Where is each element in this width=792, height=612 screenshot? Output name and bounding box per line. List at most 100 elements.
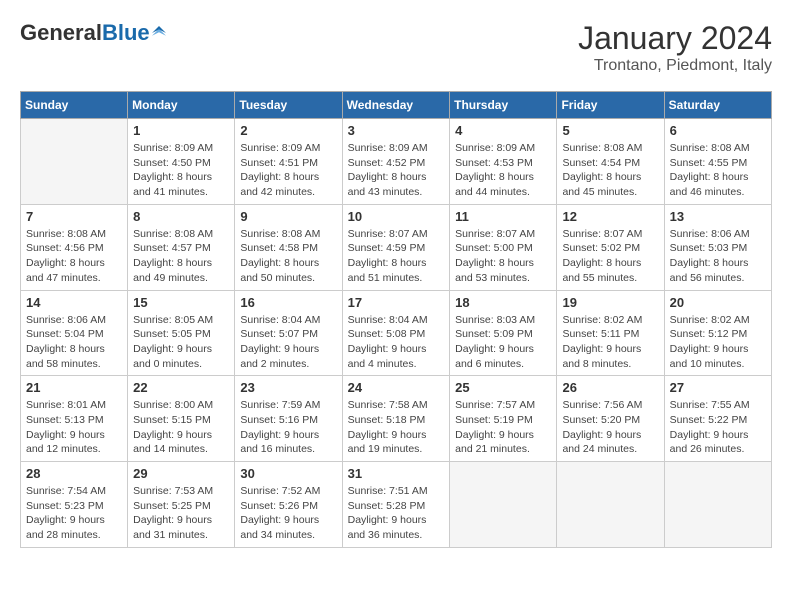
- day-cell: 8 Sunrise: 8:08 AM Sunset: 4:57 PM Daylig…: [128, 204, 235, 290]
- day-info: Sunrise: 8:08 AM Sunset: 4:58 PM Dayligh…: [240, 227, 336, 286]
- day-cell: [21, 119, 128, 205]
- day-number: 6: [670, 123, 766, 138]
- day-info: Sunrise: 7:59 AM Sunset: 5:16 PM Dayligh…: [240, 398, 336, 457]
- day-cell: 14 Sunrise: 8:06 AM Sunset: 5:04 PM Dayli…: [21, 290, 128, 376]
- day-info: Sunrise: 8:09 AM Sunset: 4:50 PM Dayligh…: [133, 141, 229, 200]
- logo-icon: [152, 26, 166, 40]
- day-number: 7: [26, 209, 122, 224]
- header-cell-wednesday: Wednesday: [342, 92, 450, 119]
- day-cell: 25 Sunrise: 7:57 AM Sunset: 5:19 PM Dayli…: [450, 376, 557, 462]
- day-info: Sunrise: 8:08 AM Sunset: 4:56 PM Dayligh…: [26, 227, 122, 286]
- day-number: 24: [348, 380, 445, 395]
- day-number: 25: [455, 380, 551, 395]
- header-cell-monday: Monday: [128, 92, 235, 119]
- day-cell: 27 Sunrise: 7:55 AM Sunset: 5:22 PM Dayli…: [664, 376, 771, 462]
- day-cell: 13 Sunrise: 8:06 AM Sunset: 5:03 PM Dayli…: [664, 204, 771, 290]
- location-subtitle: Trontano, Piedmont, Italy: [578, 57, 772, 75]
- week-row-3: 21 Sunrise: 8:01 AM Sunset: 5:13 PM Dayli…: [21, 376, 772, 462]
- week-row-4: 28Sunrise: 7:54 AM Sunset: 5:23 PM Dayli…: [21, 462, 772, 548]
- day-number: 10: [348, 209, 445, 224]
- day-info: Sunrise: 7:56 AM Sunset: 5:20 PM Dayligh…: [562, 398, 658, 457]
- day-number: 21: [26, 380, 122, 395]
- calendar-body: 1 Sunrise: 8:09 AM Sunset: 4:50 PM Daylig…: [21, 119, 772, 548]
- day-number: 23: [240, 380, 336, 395]
- day-cell: 26Sunrise: 7:56 AM Sunset: 5:20 PM Dayli…: [557, 376, 664, 462]
- day-info: Sunrise: 7:58 AM Sunset: 5:18 PM Dayligh…: [348, 398, 445, 457]
- day-info: Sunrise: 8:07 AM Sunset: 5:00 PM Dayligh…: [455, 227, 551, 286]
- day-info: Sunrise: 8:06 AM Sunset: 5:04 PM Dayligh…: [26, 313, 122, 372]
- day-number: 14: [26, 295, 122, 310]
- day-info: Sunrise: 8:04 AM Sunset: 5:08 PM Dayligh…: [348, 313, 445, 372]
- day-cell: 5 Sunrise: 8:08 AM Sunset: 4:54 PM Daylig…: [557, 119, 664, 205]
- title-area: January 2024 Trontano, Piedmont, Italy: [578, 20, 772, 75]
- day-cell: 29 Sunrise: 7:53 AM Sunset: 5:25 PM Dayli…: [128, 462, 235, 548]
- day-cell: 21 Sunrise: 8:01 AM Sunset: 5:13 PM Dayli…: [21, 376, 128, 462]
- header-cell-sunday: Sunday: [21, 92, 128, 119]
- logo-blue-text: Blue: [102, 20, 150, 46]
- calendar-table: SundayMondayTuesdayWednesdayThursdayFrid…: [20, 91, 772, 548]
- day-number: 27: [670, 380, 766, 395]
- day-number: 8: [133, 209, 229, 224]
- day-info: Sunrise: 7:51 AM Sunset: 5:28 PM Dayligh…: [348, 484, 445, 543]
- day-cell: 7 Sunrise: 8:08 AM Sunset: 4:56 PM Daylig…: [21, 204, 128, 290]
- day-cell: 30 Sunrise: 7:52 AM Sunset: 5:26 PM Dayli…: [235, 462, 342, 548]
- calendar-header: SundayMondayTuesdayWednesdayThursdayFrid…: [21, 92, 772, 119]
- day-number: 17: [348, 295, 445, 310]
- day-cell: 28Sunrise: 7:54 AM Sunset: 5:23 PM Dayli…: [21, 462, 128, 548]
- day-number: 29: [133, 466, 229, 481]
- day-info: Sunrise: 8:08 AM Sunset: 4:57 PM Dayligh…: [133, 227, 229, 286]
- day-cell: 11 Sunrise: 8:07 AM Sunset: 5:00 PM Dayli…: [450, 204, 557, 290]
- day-cell: 1 Sunrise: 8:09 AM Sunset: 4:50 PM Daylig…: [128, 119, 235, 205]
- day-info: Sunrise: 7:55 AM Sunset: 5:22 PM Dayligh…: [670, 398, 766, 457]
- header-cell-thursday: Thursday: [450, 92, 557, 119]
- day-number: 19: [562, 295, 658, 310]
- day-cell: 10Sunrise: 8:07 AM Sunset: 4:59 PM Dayli…: [342, 204, 450, 290]
- day-number: 20: [670, 295, 766, 310]
- day-number: 11: [455, 209, 551, 224]
- day-info: Sunrise: 8:07 AM Sunset: 5:02 PM Dayligh…: [562, 227, 658, 286]
- day-number: 31: [348, 466, 445, 481]
- header-cell-friday: Friday: [557, 92, 664, 119]
- day-info: Sunrise: 8:01 AM Sunset: 5:13 PM Dayligh…: [26, 398, 122, 457]
- header-cell-tuesday: Tuesday: [235, 92, 342, 119]
- day-info: Sunrise: 7:52 AM Sunset: 5:26 PM Dayligh…: [240, 484, 336, 543]
- day-number: 30: [240, 466, 336, 481]
- day-info: Sunrise: 8:06 AM Sunset: 5:03 PM Dayligh…: [670, 227, 766, 286]
- day-cell: 15Sunrise: 8:05 AM Sunset: 5:05 PM Dayli…: [128, 290, 235, 376]
- day-cell: [557, 462, 664, 548]
- day-number: 2: [240, 123, 336, 138]
- day-number: 13: [670, 209, 766, 224]
- header-row: SundayMondayTuesdayWednesdayThursdayFrid…: [21, 92, 772, 119]
- day-info: Sunrise: 8:00 AM Sunset: 5:15 PM Dayligh…: [133, 398, 229, 457]
- day-cell: 16 Sunrise: 8:04 AM Sunset: 5:07 PM Dayli…: [235, 290, 342, 376]
- day-cell: 22 Sunrise: 8:00 AM Sunset: 5:15 PM Dayli…: [128, 376, 235, 462]
- day-number: 5: [562, 123, 658, 138]
- day-cell: 23 Sunrise: 7:59 AM Sunset: 5:16 PM Dayli…: [235, 376, 342, 462]
- day-info: Sunrise: 7:57 AM Sunset: 5:19 PM Dayligh…: [455, 398, 551, 457]
- day-cell: 17 Sunrise: 8:04 AM Sunset: 5:08 PM Dayli…: [342, 290, 450, 376]
- day-info: Sunrise: 8:09 AM Sunset: 4:52 PM Dayligh…: [348, 141, 445, 200]
- logo: GeneralBlue: [20, 20, 166, 46]
- month-title: January 2024: [578, 20, 772, 57]
- day-info: Sunrise: 8:09 AM Sunset: 4:53 PM Dayligh…: [455, 141, 551, 200]
- day-number: 18: [455, 295, 551, 310]
- day-number: 4: [455, 123, 551, 138]
- day-number: 22: [133, 380, 229, 395]
- day-info: Sunrise: 7:53 AM Sunset: 5:25 PM Dayligh…: [133, 484, 229, 543]
- day-cell: 18Sunrise: 8:03 AM Sunset: 5:09 PM Dayli…: [450, 290, 557, 376]
- day-cell: 3Sunrise: 8:09 AM Sunset: 4:52 PM Daylig…: [342, 119, 450, 205]
- day-number: 15: [133, 295, 229, 310]
- day-number: 16: [240, 295, 336, 310]
- day-cell: 20 Sunrise: 8:02 AM Sunset: 5:12 PM Dayli…: [664, 290, 771, 376]
- day-number: 9: [240, 209, 336, 224]
- day-cell: 2Sunrise: 8:09 AM Sunset: 4:51 PM Daylig…: [235, 119, 342, 205]
- day-info: Sunrise: 8:08 AM Sunset: 4:54 PM Dayligh…: [562, 141, 658, 200]
- day-number: 1: [133, 123, 229, 138]
- day-cell: 31 Sunrise: 7:51 AM Sunset: 5:28 PM Dayli…: [342, 462, 450, 548]
- day-info: Sunrise: 8:04 AM Sunset: 5:07 PM Dayligh…: [240, 313, 336, 372]
- week-row-2: 14 Sunrise: 8:06 AM Sunset: 5:04 PM Dayli…: [21, 290, 772, 376]
- day-info: Sunrise: 8:02 AM Sunset: 5:12 PM Dayligh…: [670, 313, 766, 372]
- week-row-1: 7 Sunrise: 8:08 AM Sunset: 4:56 PM Daylig…: [21, 204, 772, 290]
- day-number: 28: [26, 466, 122, 481]
- day-number: 12: [562, 209, 658, 224]
